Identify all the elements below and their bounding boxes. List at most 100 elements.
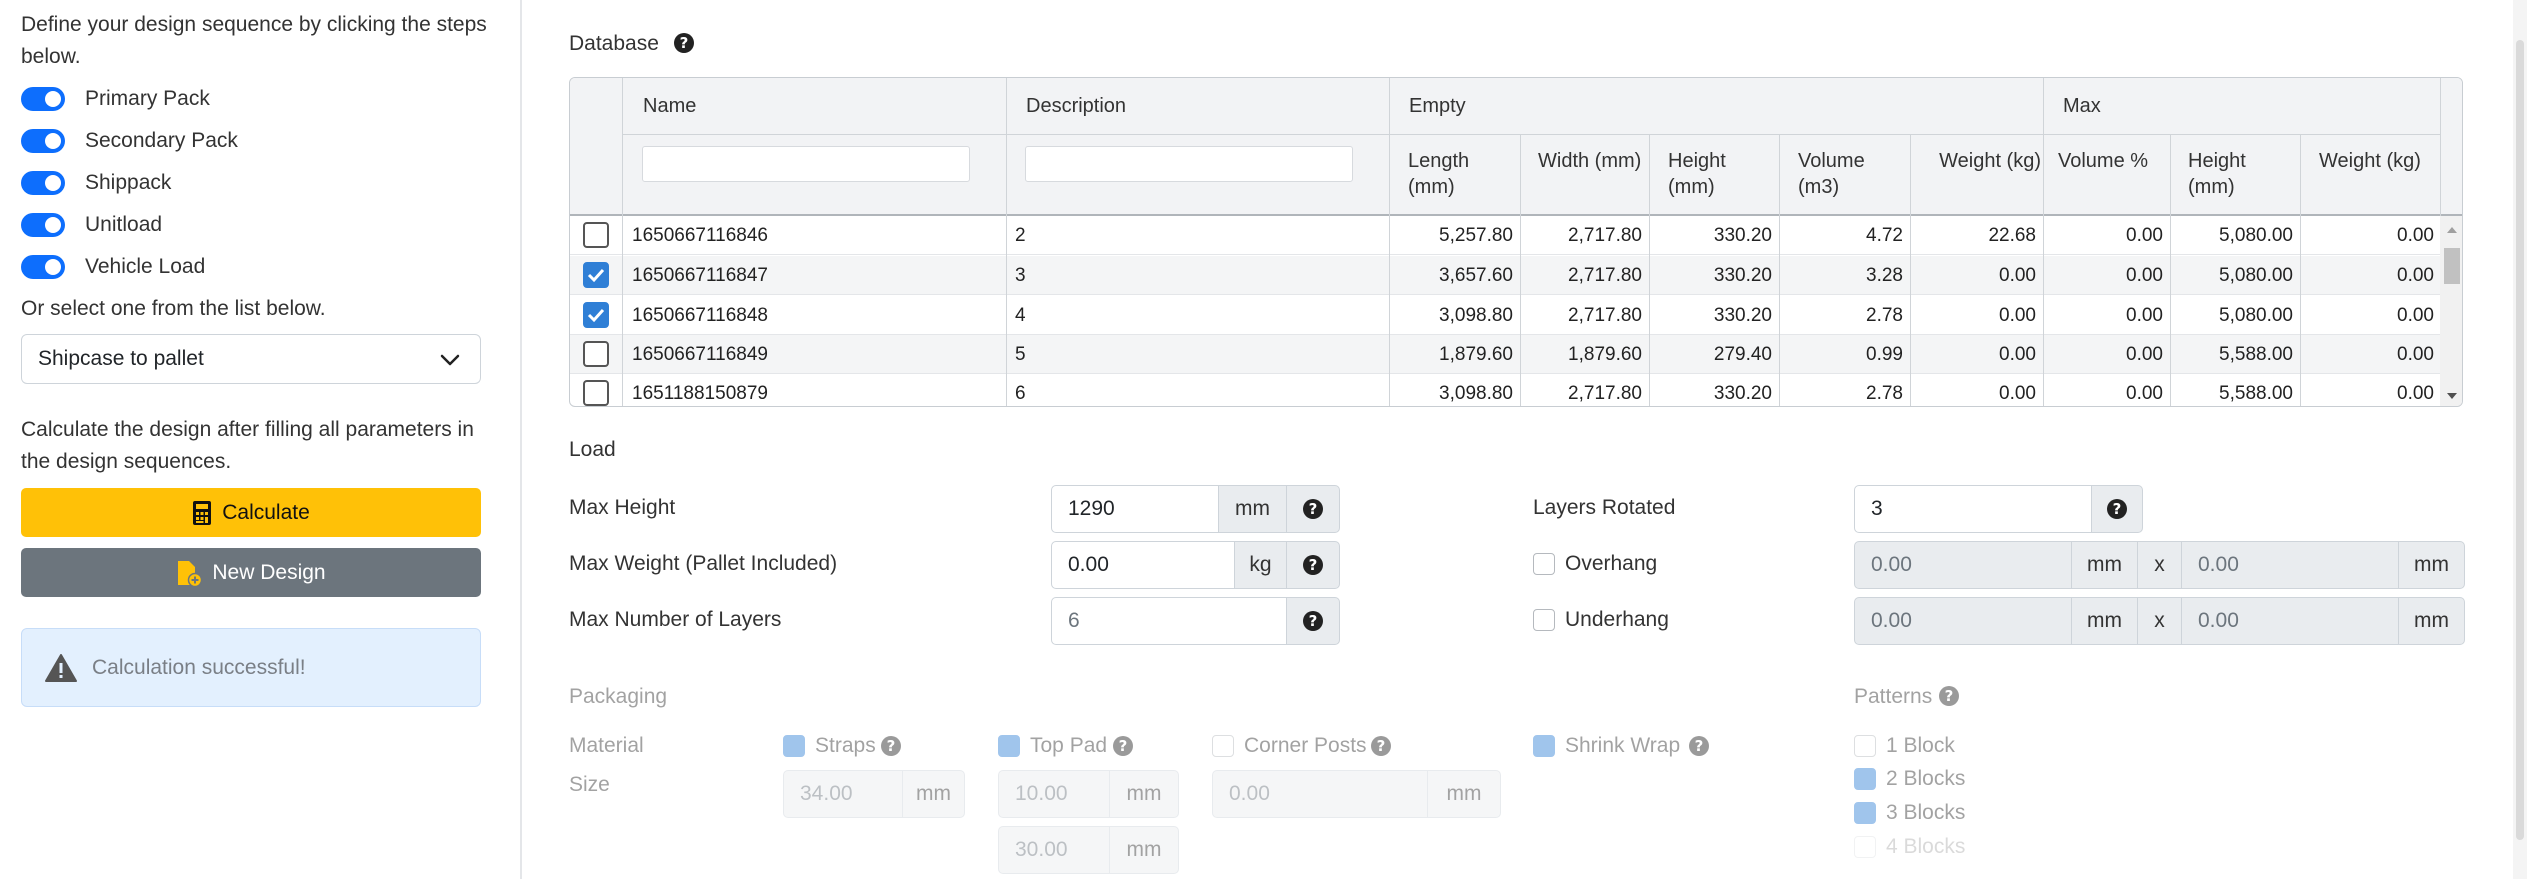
- pattern-4-blocks-checkbox[interactable]: [1854, 836, 1876, 858]
- col-weight[interactable]: Weight (kg): [1907, 148, 2041, 174]
- cell-max-weight: 0.00: [2397, 225, 2434, 246]
- svg-text:?: ?: [1309, 556, 1318, 574]
- max-weight-help[interactable]: ?: [1286, 541, 1340, 589]
- col-width[interactable]: Width (mm): [1538, 148, 1648, 174]
- help-icon[interactable]: ?: [1302, 610, 1324, 632]
- description-filter-input[interactable]: [1025, 146, 1353, 182]
- max-weight-input[interactable]: 0.00: [1051, 541, 1235, 589]
- max-layers-input[interactable]: 6: [1051, 597, 1288, 645]
- help-icon[interactable]: ?: [1938, 685, 1960, 707]
- scroll-up-icon[interactable]: [2440, 220, 2463, 240]
- row-checkbox[interactable]: [583, 302, 609, 328]
- step-vehicle-load[interactable]: Vehicle Load: [21, 251, 205, 283]
- step-secondary-pack[interactable]: Secondary Pack: [21, 125, 238, 157]
- database-table: Name Description Empty Max Length (mm) W…: [569, 77, 2463, 407]
- row-checkbox[interactable]: [583, 262, 609, 288]
- top-pad-size2-unit: mm: [1109, 826, 1179, 874]
- pattern-2-blocks-label: 2 Blocks: [1886, 767, 1966, 790]
- col-max-weight[interactable]: Weight (kg): [2319, 148, 2421, 174]
- cell-volume: 4.72: [1866, 225, 1903, 246]
- scroll-down-icon[interactable]: [2440, 386, 2463, 406]
- max-layers-help[interactable]: ?: [1286, 597, 1340, 645]
- page-scrollbar-thumb[interactable]: [2516, 40, 2524, 840]
- corner-posts-size-input[interactable]: 0.00: [1212, 770, 1428, 818]
- database-title: Database ?: [569, 32, 695, 56]
- overhang-checkbox[interactable]: [1533, 553, 1555, 575]
- toggle-switch[interactable]: [21, 255, 65, 279]
- step-primary-pack[interactable]: Primary Pack: [21, 83, 210, 115]
- cell-volume: 0.99: [1866, 344, 1903, 365]
- calc-intro: Calculate the design after filling all p…: [21, 418, 474, 473]
- shrink-wrap-checkbox[interactable]: [1533, 735, 1555, 757]
- row-checkbox[interactable]: [583, 341, 609, 367]
- packaging-title: Packaging: [569, 685, 668, 708]
- max-weight-label: Max Weight (Pallet Included): [569, 552, 838, 575]
- toggle-switch[interactable]: [21, 213, 65, 237]
- help-icon[interactable]: ?: [1370, 735, 1392, 757]
- step-unitload[interactable]: Unitload: [21, 209, 162, 241]
- col-max-height[interactable]: Height (mm): [2188, 148, 2288, 200]
- col-volume[interactable]: Volume (m3): [1798, 148, 1898, 200]
- calculate-button[interactable]: Calculate: [21, 488, 481, 537]
- max-height-input[interactable]: 1290: [1051, 485, 1219, 533]
- top-pad-checkbox[interactable]: [998, 735, 1020, 757]
- cell-volume-pct: 0.00: [2126, 344, 2163, 365]
- row-checkbox[interactable]: [583, 222, 609, 248]
- help-icon[interactable]: ?: [1302, 498, 1324, 520]
- table-row[interactable]: 1650667116846 2 5,257.80 2,717.80 330.20…: [570, 216, 2440, 255]
- table-row[interactable]: 1650667116849 5 1,879.60 1,879.60 279.40…: [570, 335, 2440, 374]
- scrollbar-thumb[interactable]: [2444, 248, 2460, 284]
- page-scrollbar[interactable]: [2513, 0, 2527, 879]
- step-shippack[interactable]: Shippack: [21, 167, 171, 199]
- toggle-switch[interactable]: [21, 129, 65, 153]
- table-row[interactable]: 1650667116847 3 3,657.60 2,717.80 330.20…: [570, 256, 2440, 295]
- corner-posts-checkbox[interactable]: [1212, 735, 1234, 757]
- cell-weight: 0.00: [1999, 344, 2036, 365]
- name-filter-input[interactable]: [642, 146, 970, 182]
- sidebar: Define your design sequence by clicking …: [0, 0, 522, 879]
- pattern-1-block-checkbox[interactable]: [1854, 735, 1876, 757]
- toggle-switch[interactable]: [21, 87, 65, 111]
- max-layers-label: Max Number of Layers: [569, 608, 782, 631]
- underhang-y-input[interactable]: 0.00: [2181, 597, 2399, 645]
- help-icon[interactable]: ?: [673, 32, 695, 54]
- max-height-help[interactable]: ?: [1286, 485, 1340, 533]
- table-row[interactable]: 1650667116848 4 3,098.80 2,717.80 330.20…: [570, 296, 2440, 335]
- overhang-y-input[interactable]: 0.00: [2181, 541, 2399, 589]
- corner-posts-label: Corner Posts: [1244, 734, 1367, 757]
- patterns-title-text: Patterns: [1854, 685, 1933, 708]
- straps-checkbox[interactable]: [783, 735, 805, 757]
- col-volume-pct[interactable]: Volume %: [2058, 148, 2148, 174]
- help-icon[interactable]: ?: [880, 735, 902, 757]
- top-pad-size-input[interactable]: 10.00: [998, 770, 1110, 818]
- col-length[interactable]: Length (mm): [1408, 148, 1513, 200]
- toggle-switch[interactable]: [21, 171, 65, 195]
- table-row[interactable]: 1651188150879 6 3,098.80 2,717.80 330.20…: [570, 374, 2440, 406]
- cell-max-height: 5,080.00: [2219, 305, 2293, 326]
- col-name[interactable]: Name: [643, 93, 696, 119]
- help-icon[interactable]: ?: [1112, 735, 1134, 757]
- layers-rotated-input[interactable]: 3: [1854, 485, 2092, 533]
- col-height[interactable]: Height (mm): [1668, 148, 1768, 200]
- cell-length: 1,879.60: [1439, 344, 1513, 365]
- row-checkbox[interactable]: [583, 380, 609, 406]
- group-empty: Empty: [1409, 95, 1466, 117]
- help-icon[interactable]: ?: [1302, 554, 1324, 576]
- layers-rotated-help[interactable]: ?: [2091, 485, 2143, 533]
- help-icon[interactable]: ?: [2106, 498, 2128, 520]
- underhang-x-input[interactable]: 0.00: [1854, 597, 2072, 645]
- sequence-select[interactable]: Shipcase to pallet: [21, 334, 481, 384]
- table-scrollbar[interactable]: [2440, 216, 2463, 406]
- new-design-button[interactable]: New Design: [21, 548, 481, 597]
- overhang-label: Overhang: [1565, 552, 1658, 575]
- straps-size-input[interactable]: 34.00: [783, 770, 903, 818]
- pattern-3-blocks-checkbox[interactable]: [1854, 802, 1876, 824]
- layers-rotated-label: Layers Rotated: [1533, 496, 1676, 519]
- underhang-checkbox[interactable]: [1533, 609, 1555, 631]
- col-description[interactable]: Description: [1026, 93, 1126, 119]
- pattern-2-blocks-checkbox[interactable]: [1854, 768, 1876, 790]
- help-icon[interactable]: ?: [1688, 735, 1710, 757]
- table-header: Name Description Empty Max Length (mm) W…: [570, 78, 2462, 216]
- overhang-x-input[interactable]: 0.00: [1854, 541, 2072, 589]
- top-pad-size2-input[interactable]: 30.00: [998, 826, 1110, 874]
